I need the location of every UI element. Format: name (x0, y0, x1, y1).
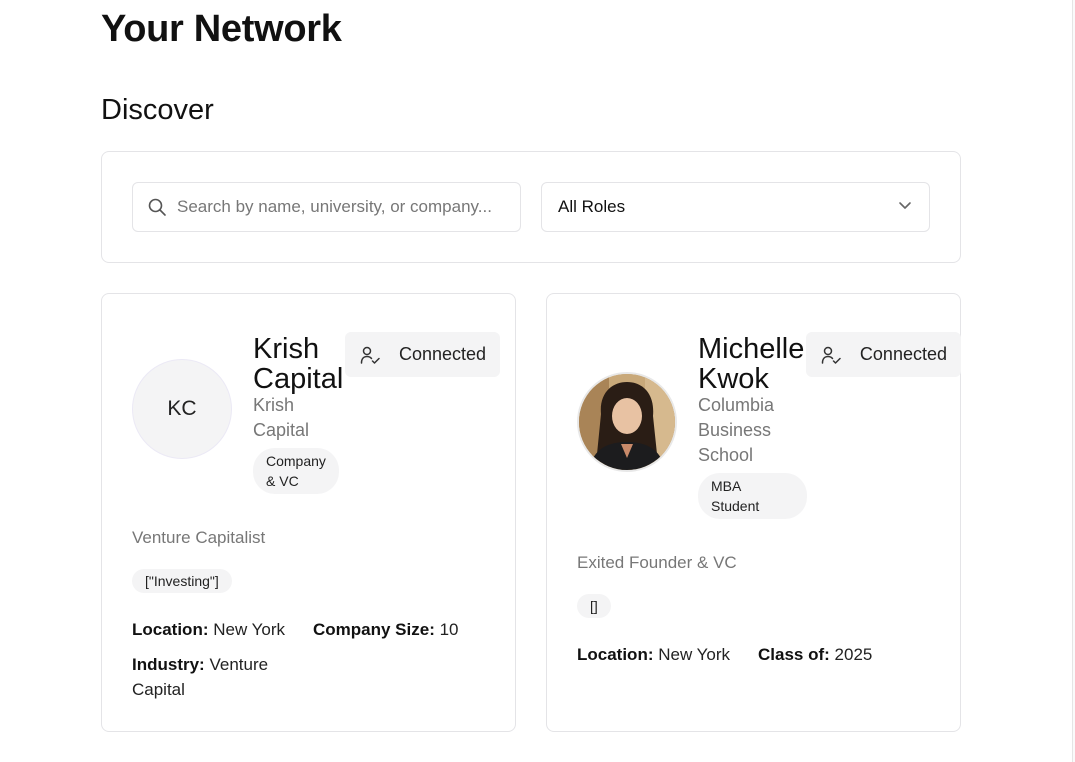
profile-type-badge: Company & VC (253, 448, 339, 494)
location-info: Location: New York (132, 620, 286, 639)
company-size-info: Company Size: 10 (313, 620, 459, 639)
page-title: Your Network (101, 8, 342, 50)
avatar (577, 372, 677, 472)
profile-role: Venture Capitalist (132, 528, 266, 547)
search-input[interactable] (177, 197, 507, 217)
class-info: Class of: 2025 (758, 645, 873, 664)
interest-tag: [] (577, 594, 611, 618)
profile-card[interactable]: KC Krish Capital Krish Capital Company &… (101, 293, 516, 732)
search-field[interactable] (132, 182, 521, 232)
connected-button[interactable]: Connected (806, 332, 961, 377)
industry-info: Industry: Venture Capital (132, 655, 269, 699)
profile-name: Krish Capital (253, 333, 344, 395)
connected-label: Connected (399, 344, 487, 364)
interest-tag: ["Investing"] (132, 569, 232, 593)
user-check-icon (359, 344, 381, 366)
filter-panel: All Roles (101, 151, 961, 263)
section-title: Discover (101, 94, 214, 126)
connected-button[interactable]: Connected (345, 332, 501, 377)
search-icon (147, 197, 167, 217)
avatar-initials: KC (167, 397, 197, 420)
avatar: KC (132, 359, 232, 459)
profile-name: Michelle Kwok (698, 333, 805, 395)
profile-card[interactable]: Michelle Kwok Columbia Business School M… (546, 293, 961, 732)
profile-subtitle: Krish Capital (253, 395, 310, 440)
profile-type-badge: MBA Student (698, 473, 807, 519)
profile-role: Exited Founder & VC (577, 553, 737, 572)
location-info: Location: New York (577, 645, 731, 664)
role-select-value: All Roles (558, 197, 626, 216)
chevron-down-icon (897, 197, 913, 218)
user-check-icon (820, 344, 842, 366)
role-select[interactable]: All Roles (541, 182, 930, 232)
connected-label: Connected (859, 344, 947, 364)
profile-subtitle: Columbia Business School (698, 395, 775, 465)
profile-photo (579, 374, 675, 470)
